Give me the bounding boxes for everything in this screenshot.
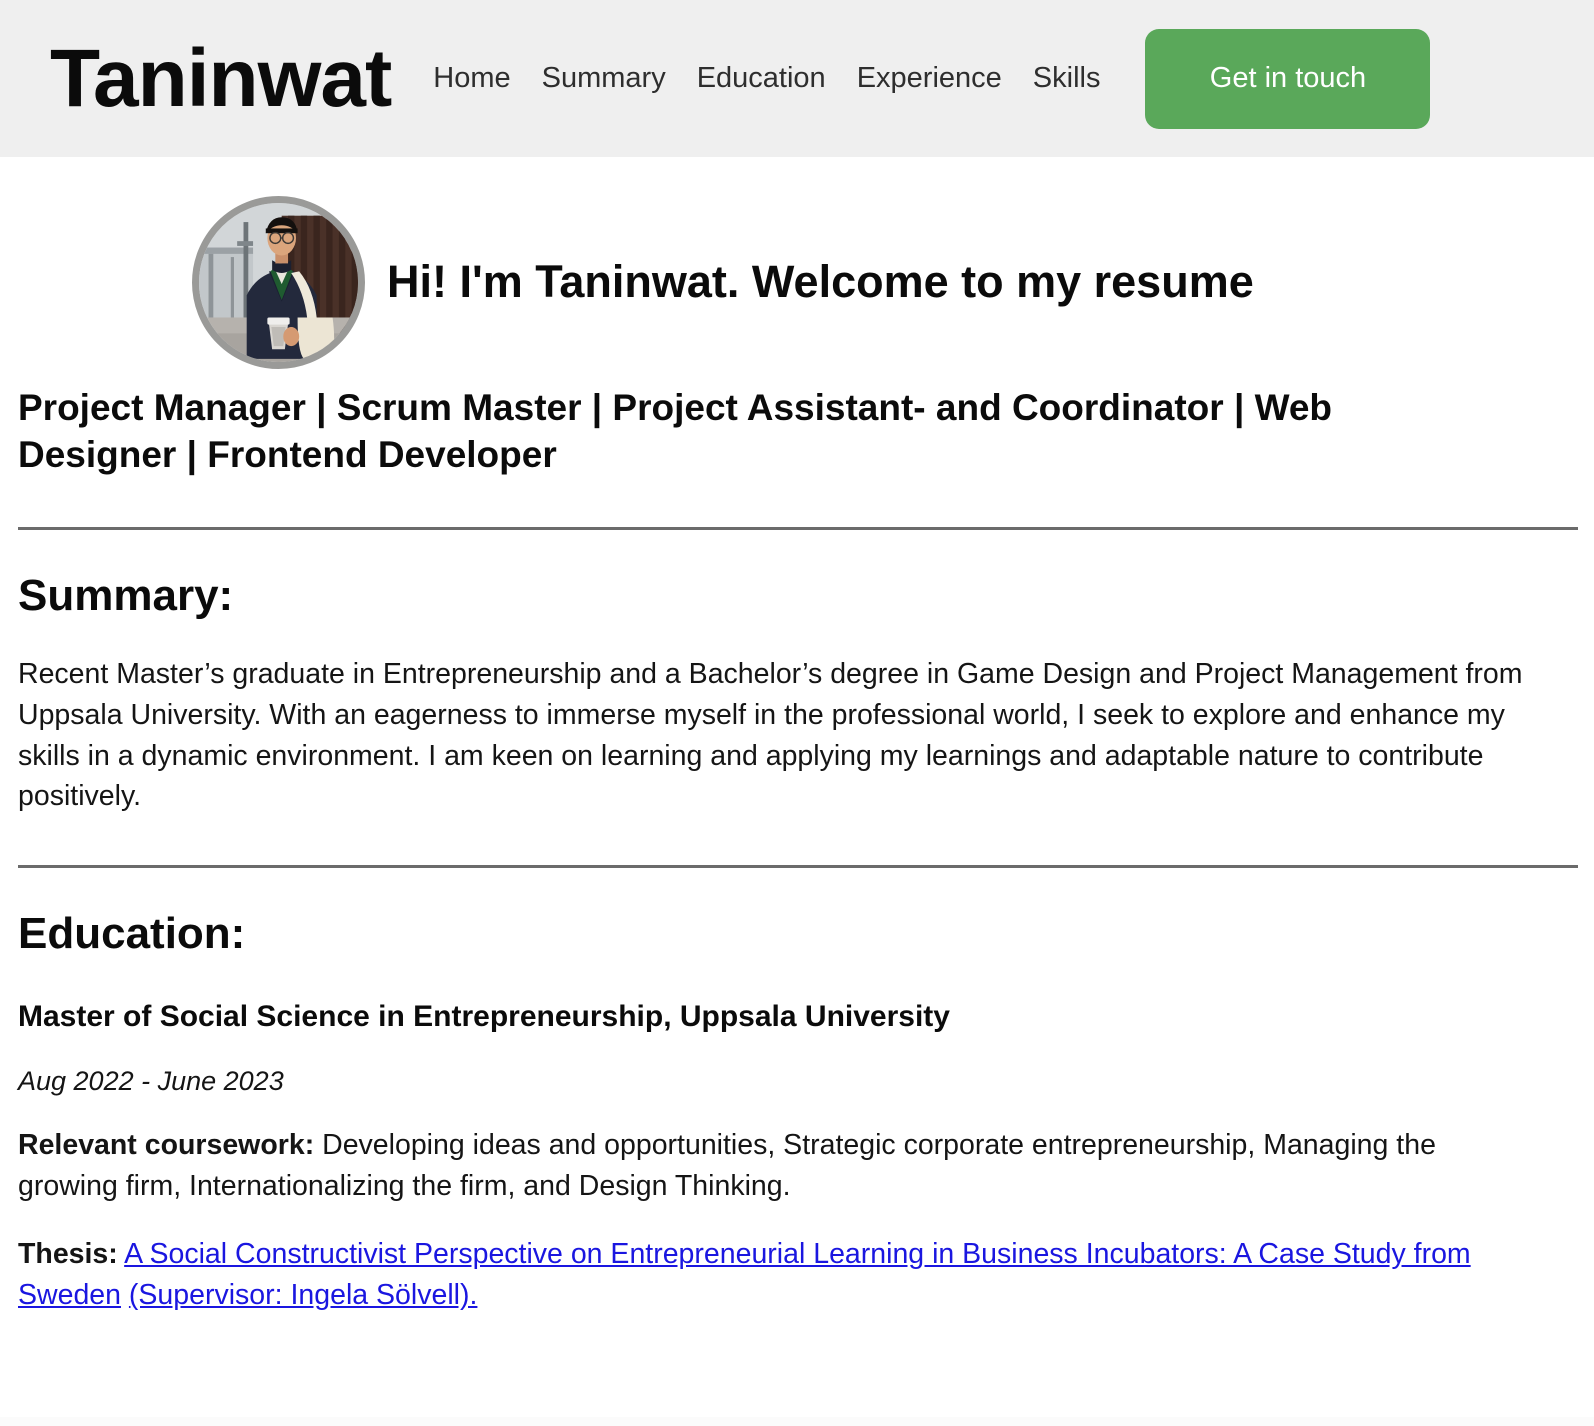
nav-item-skills[interactable]: Skills: [1033, 64, 1101, 93]
brand-logo[interactable]: Taninwat: [50, 37, 392, 120]
primary-navigation: Home Summary Education Experience Skills: [433, 64, 1100, 93]
avatar: [192, 195, 365, 369]
thesis-label: Thesis:: [18, 1238, 118, 1271]
education-section: Education: Master of Social Science in E…: [18, 909, 1576, 1316]
coursework-label: Relevant coursework:: [18, 1128, 315, 1161]
education-coursework: Relevant coursework: Developing ideas an…: [18, 1125, 1538, 1207]
summary-section: Summary: Recent Master’s graduate in Ent…: [18, 570, 1576, 817]
nav-item-experience[interactable]: Experience: [857, 64, 1002, 93]
next-section-band: [0, 1417, 1594, 1426]
main-content: Project Manager | Scrum Master | Project…: [0, 384, 1594, 1316]
nav-item-summary[interactable]: Summary: [542, 64, 666, 93]
education-degree-title: Master of Social Science in Entrepreneur…: [18, 999, 950, 1033]
header-cta-wrapper: Get in touch: [1145, 28, 1431, 129]
summary-heading: Summary:: [18, 570, 234, 620]
role-tagline: Project Manager | Scrum Master | Project…: [18, 387, 1333, 476]
education-thesis: Thesis: A Social Constructivist Perspect…: [18, 1234, 1538, 1316]
get-in-touch-button[interactable]: Get in touch: [1145, 28, 1431, 129]
hero-section: Hi! I'm Taninwat. Welcome to my resume: [0, 157, 1594, 372]
thesis-supervisor-link[interactable]: (Supervisor: Ingela Sölvell).: [129, 1279, 478, 1311]
nav-item-education[interactable]: Education: [697, 64, 826, 93]
education-entry: Master of Social Science in Entrepreneur…: [18, 999, 1576, 1316]
summary-body: Recent Master’s graduate in Entrepreneur…: [18, 658, 1523, 813]
hero-title: Hi! I'm Taninwat. Welcome to my resume: [387, 256, 1254, 308]
site-header: Taninwat Home Summary Education Experien…: [0, 0, 1594, 157]
nav-item-home[interactable]: Home: [433, 64, 510, 93]
education-dates: Aug 2022 - June 2023: [18, 1065, 284, 1096]
education-heading: Education:: [18, 909, 246, 959]
section-divider-education: [18, 865, 1578, 869]
section-divider-summary: [18, 526, 1578, 530]
